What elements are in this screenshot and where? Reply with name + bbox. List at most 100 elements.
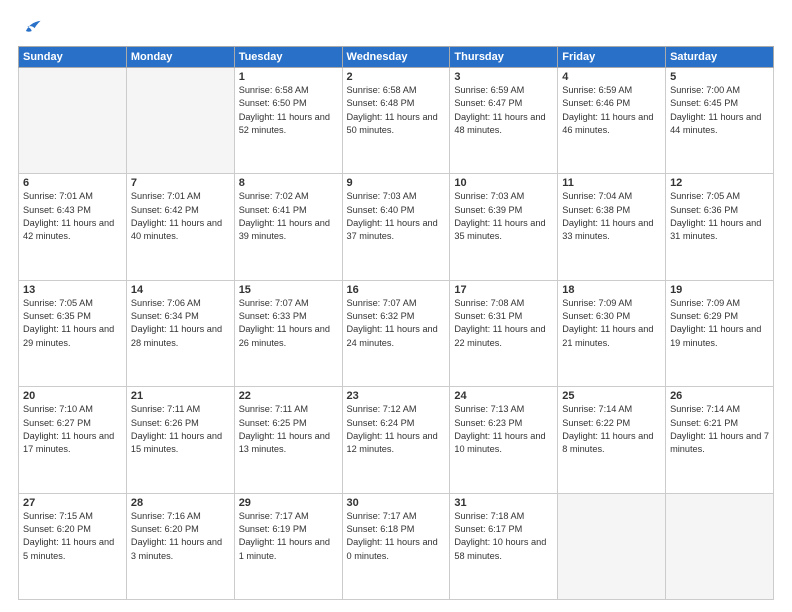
- calendar-cell: 5 Sunrise: 7:00 AMSunset: 6:45 PMDaylight…: [666, 68, 774, 174]
- calendar-cell: 31 Sunrise: 7:18 AMSunset: 6:17 PMDayligh…: [450, 493, 558, 599]
- calendar-cell: 15 Sunrise: 7:07 AMSunset: 6:33 PMDayligh…: [234, 280, 342, 386]
- calendar-cell: [666, 493, 774, 599]
- day-number: 15: [239, 284, 338, 296]
- day-detail: Sunrise: 7:01 AMSunset: 6:43 PMDaylight:…: [23, 191, 114, 241]
- calendar-cell: 4 Sunrise: 6:59 AMSunset: 6:46 PMDaylight…: [558, 68, 666, 174]
- day-detail: Sunrise: 7:14 AMSunset: 6:21 PMDaylight:…: [670, 404, 769, 454]
- day-number: 18: [562, 284, 661, 296]
- day-detail: Sunrise: 6:59 AMSunset: 6:46 PMDaylight:…: [562, 85, 653, 135]
- weekday-header-row: SundayMondayTuesdayWednesdayThursdayFrid…: [19, 47, 774, 68]
- calendar-table: SundayMondayTuesdayWednesdayThursdayFrid…: [18, 46, 774, 600]
- day-detail: Sunrise: 7:13 AMSunset: 6:23 PMDaylight:…: [454, 404, 545, 454]
- calendar-cell: 16 Sunrise: 7:07 AMSunset: 6:32 PMDayligh…: [342, 280, 450, 386]
- day-detail: Sunrise: 7:11 AMSunset: 6:26 PMDaylight:…: [131, 404, 222, 454]
- calendar-cell: [126, 68, 234, 174]
- calendar-cell: 10 Sunrise: 7:03 AMSunset: 6:39 PMDayligh…: [450, 174, 558, 280]
- calendar-cell: 6 Sunrise: 7:01 AMSunset: 6:43 PMDaylight…: [19, 174, 127, 280]
- day-number: 30: [347, 497, 446, 509]
- day-number: 22: [239, 390, 338, 402]
- day-detail: Sunrise: 7:04 AMSunset: 6:38 PMDaylight:…: [562, 191, 653, 241]
- weekday-header-thursday: Thursday: [450, 47, 558, 68]
- calendar-cell: 22Sunrise: 7:11 AMSunset: 6:25 PMDayligh…: [234, 387, 342, 493]
- calendar-cell: 28 Sunrise: 7:16 AMSunset: 6:20 PMDayligh…: [126, 493, 234, 599]
- day-detail: Sunrise: 7:08 AMSunset: 6:31 PMDaylight:…: [454, 298, 545, 348]
- day-detail: Sunrise: 7:07 AMSunset: 6:33 PMDaylight:…: [239, 298, 330, 348]
- weekday-header-wednesday: Wednesday: [342, 47, 450, 68]
- day-number: 29: [239, 497, 338, 509]
- day-number: 24: [454, 390, 553, 402]
- day-detail: Sunrise: 7:09 AMSunset: 6:30 PMDaylight:…: [562, 298, 653, 348]
- day-number: 16: [347, 284, 446, 296]
- calendar-week-4: 20 Sunrise: 7:10 AMSunset: 6:27 PMDayligh…: [19, 387, 774, 493]
- day-number: 9: [347, 177, 446, 189]
- day-number: 20: [23, 390, 122, 402]
- calendar-cell: 14 Sunrise: 7:06 AMSunset: 6:34 PMDayligh…: [126, 280, 234, 386]
- day-detail: Sunrise: 7:03 AMSunset: 6:39 PMDaylight:…: [454, 191, 545, 241]
- page: SundayMondayTuesdayWednesdayThursdayFrid…: [0, 0, 792, 612]
- day-number: 10: [454, 177, 553, 189]
- day-number: 28: [131, 497, 230, 509]
- day-detail: Sunrise: 7:14 AMSunset: 6:22 PMDaylight:…: [562, 404, 653, 454]
- calendar-cell: 20 Sunrise: 7:10 AMSunset: 6:27 PMDayligh…: [19, 387, 127, 493]
- calendar-cell: [558, 493, 666, 599]
- header: [18, 16, 774, 38]
- day-number: 23: [347, 390, 446, 402]
- day-detail: Sunrise: 6:58 AMSunset: 6:48 PMDaylight:…: [347, 85, 438, 135]
- day-detail: Sunrise: 7:18 AMSunset: 6:17 PMDaylight:…: [454, 511, 546, 561]
- day-number: 1: [239, 71, 338, 83]
- day-number: 17: [454, 284, 553, 296]
- weekday-header-monday: Monday: [126, 47, 234, 68]
- day-detail: Sunrise: 6:59 AMSunset: 6:47 PMDaylight:…: [454, 85, 545, 135]
- day-number: 21: [131, 390, 230, 402]
- calendar-cell: 21 Sunrise: 7:11 AMSunset: 6:26 PMDayligh…: [126, 387, 234, 493]
- day-detail: Sunrise: 7:17 AMSunset: 6:18 PMDaylight:…: [347, 511, 438, 561]
- day-detail: Sunrise: 7:00 AMSunset: 6:45 PMDaylight:…: [670, 85, 761, 135]
- day-number: 2: [347, 71, 446, 83]
- logo: [18, 16, 42, 38]
- calendar-cell: 3 Sunrise: 6:59 AMSunset: 6:47 PMDaylight…: [450, 68, 558, 174]
- day-detail: Sunrise: 7:10 AMSunset: 6:27 PMDaylight:…: [23, 404, 114, 454]
- day-number: 27: [23, 497, 122, 509]
- day-number: 6: [23, 177, 122, 189]
- day-number: 31: [454, 497, 553, 509]
- calendar-cell: 11 Sunrise: 7:04 AMSunset: 6:38 PMDayligh…: [558, 174, 666, 280]
- calendar-week-2: 6 Sunrise: 7:01 AMSunset: 6:43 PMDaylight…: [19, 174, 774, 280]
- day-detail: Sunrise: 6:58 AMSunset: 6:50 PMDaylight:…: [239, 85, 330, 135]
- day-detail: Sunrise: 7:07 AMSunset: 6:32 PMDaylight:…: [347, 298, 438, 348]
- calendar-cell: 18 Sunrise: 7:09 AMSunset: 6:30 PMDayligh…: [558, 280, 666, 386]
- calendar-cell: 9 Sunrise: 7:03 AMSunset: 6:40 PMDaylight…: [342, 174, 450, 280]
- day-detail: Sunrise: 7:12 AMSunset: 6:24 PMDaylight:…: [347, 404, 438, 454]
- day-detail: Sunrise: 7:05 AMSunset: 6:35 PMDaylight:…: [23, 298, 114, 348]
- calendar-cell: 27 Sunrise: 7:15 AMSunset: 6:20 PMDayligh…: [19, 493, 127, 599]
- day-number: 4: [562, 71, 661, 83]
- calendar-week-1: 1 Sunrise: 6:58 AMSunset: 6:50 PMDaylight…: [19, 68, 774, 174]
- calendar-week-5: 27 Sunrise: 7:15 AMSunset: 6:20 PMDayligh…: [19, 493, 774, 599]
- day-number: 7: [131, 177, 230, 189]
- day-detail: Sunrise: 7:16 AMSunset: 6:20 PMDaylight:…: [131, 511, 222, 561]
- day-number: 3: [454, 71, 553, 83]
- day-number: 5: [670, 71, 769, 83]
- day-number: 13: [23, 284, 122, 296]
- day-number: 14: [131, 284, 230, 296]
- calendar-cell: 26 Sunrise: 7:14 AMSunset: 6:21 PMDayligh…: [666, 387, 774, 493]
- day-detail: Sunrise: 7:09 AMSunset: 6:29 PMDaylight:…: [670, 298, 761, 348]
- day-number: 11: [562, 177, 661, 189]
- day-number: 25: [562, 390, 661, 402]
- day-number: 19: [670, 284, 769, 296]
- calendar-cell: 12Sunrise: 7:05 AMSunset: 6:36 PMDayligh…: [666, 174, 774, 280]
- calendar-cell: 13 Sunrise: 7:05 AMSunset: 6:35 PMDayligh…: [19, 280, 127, 386]
- calendar-cell: 1 Sunrise: 6:58 AMSunset: 6:50 PMDaylight…: [234, 68, 342, 174]
- day-detail: Sunrise: 7:15 AMSunset: 6:20 PMDaylight:…: [23, 511, 114, 561]
- logo-bird-icon: [20, 16, 42, 38]
- day-detail: Sunrise: 7:06 AMSunset: 6:34 PMDaylight:…: [131, 298, 222, 348]
- weekday-header-sunday: Sunday: [19, 47, 127, 68]
- day-detail: Sunrise: 7:03 AMSunset: 6:40 PMDaylight:…: [347, 191, 438, 241]
- calendar-week-3: 13 Sunrise: 7:05 AMSunset: 6:35 PMDayligh…: [19, 280, 774, 386]
- calendar-cell: 19 Sunrise: 7:09 AMSunset: 6:29 PMDayligh…: [666, 280, 774, 386]
- calendar-cell: 23 Sunrise: 7:12 AMSunset: 6:24 PMDayligh…: [342, 387, 450, 493]
- calendar-cell: 2 Sunrise: 6:58 AMSunset: 6:48 PMDaylight…: [342, 68, 450, 174]
- day-detail: Sunrise: 7:01 AMSunset: 6:42 PMDaylight:…: [131, 191, 222, 241]
- day-number: 12: [670, 177, 769, 189]
- day-number: 26: [670, 390, 769, 402]
- calendar-cell: 24 Sunrise: 7:13 AMSunset: 6:23 PMDayligh…: [450, 387, 558, 493]
